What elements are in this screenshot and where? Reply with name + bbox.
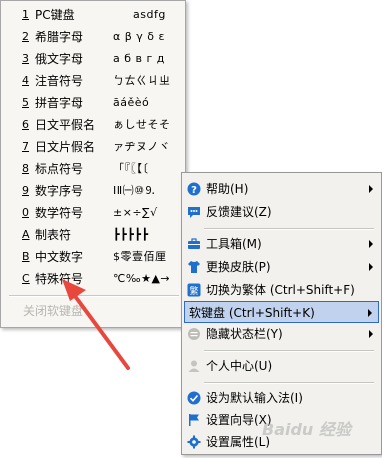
feedback-icon [188,207,200,218]
kb-item-math-symbols[interactable]: 0 数学符号 ±×÷∑√ [3,202,183,224]
kb-item-label: PC键盘 [35,8,75,22]
user-icon [188,360,200,372]
menu-item-label: 反馈建议(Z) [206,205,272,219]
kb-item-key: A [22,228,30,241]
kb-item-key: 9 [22,184,29,197]
kb-item-label: 特殊符号 [35,272,84,286]
kb-item-chars: āáěèó [113,96,150,109]
kb-item-chars: $零壹佰厘 [113,250,167,263]
kb-item-key: 1 [22,8,29,21]
kb-item-number-ordinals[interactable]: 9 数字序号 ⅠⅡ㈠⑩⒐ [3,180,183,202]
menu-separator [204,382,374,384]
traditional-icon: 繁 [187,283,201,297]
help-icon: ? [187,182,201,196]
kb-item-key: 3 [22,52,29,65]
ime-context-menu: ? 帮助(H) 反馈建议(Z) 工具箱(M) 更换皮肤(P) 繁 切换为繁体 (… [181,172,382,455]
menu-item-switch-traditional[interactable]: 繁 切换为繁体 (Ctrl+Shift+F) [184,279,379,301]
menu-item-toolbox[interactable]: 工具箱(M) [184,233,379,255]
kb-item-russian[interactable]: 3 俄文字母 а б в г д [3,48,183,70]
kb-item-pc-keyboard[interactable]: 1 PC键盘 asdfg [3,4,183,26]
kb-item-katakana[interactable]: 7 日文片假名 ァヂヌノヾ [3,136,183,158]
menu-item-label: 工具箱(M) [206,237,262,251]
kb-item-chars: ℃‰★▲→ [113,272,171,285]
soft-keyboard-submenu: 1 PC键盘 asdfg 2 希腊字母 α β γ δ ε 3 俄文字母 а б… [0,0,186,328]
kb-item-pinyin[interactable]: 5 拼音字母 āáěèó [3,92,183,114]
kb-item-label: 中文数字 [35,250,84,264]
kb-item-label: 日文片假名 [35,140,96,154]
skin-icon [188,261,200,273]
toolbox-icon [188,238,200,249]
menu-item-feedback[interactable]: 反馈建议(Z) [184,201,379,223]
menu-item-label: 切换为繁体 (Ctrl+Shift+F) [206,283,355,297]
menu-separator [9,295,179,297]
kb-item-chars: ㄅㄊㄍㄐㄓ [113,74,171,87]
kb-item-box-drawing[interactable]: A 制表符 ┣┣┣┣┣ [3,224,183,246]
kb-item-label: 标点符号 [35,162,84,176]
flag-icon [189,414,199,426]
menu-separator [204,228,374,230]
menu-item-label: 更换皮肤(P) [206,260,271,274]
kb-item-label: 数字序号 [35,184,84,198]
statusbar-icon [188,328,200,340]
submenu-arrow-icon [369,240,373,248]
menu-item-set-default-ime[interactable]: 设为默认输入法(I) [184,387,379,409]
menu-item-label: 设为默认输入法(I) [206,391,303,405]
kb-item-chars: α β γ δ ε [113,30,165,43]
kb-item-chars: 「『〖【〔 [113,162,149,175]
kb-item-key: 5 [22,96,29,109]
kb-item-label: 制表符 [35,228,72,242]
gear-icon [187,435,201,449]
kb-item-greek[interactable]: 2 希腊字母 α β γ δ ε [3,26,183,48]
kb-item-chars: ぁしせそそ [113,118,171,131]
kb-item-chars: а б в г д [113,52,165,65]
kb-item-chars: ±×÷∑√ [113,206,158,219]
menu-item-personal-center[interactable]: 个人中心(U) [184,355,379,377]
menu-item-label: 软键盘 (Ctrl+Shift+K) [189,306,315,320]
kb-item-key: 2 [22,30,29,43]
menu-item-label: 个人中心(U) [206,359,273,373]
menu-separator [204,350,374,352]
submenu-arrow-icon [369,185,373,193]
kb-item-hiragana[interactable]: 6 日文平假名 ぁしせそそ [3,114,183,136]
kb-item-chars: ┣┣┣┣┣ [113,228,149,241]
kb-item-key: 7 [22,140,29,153]
kb-item-chinese-numerals[interactable]: B 中文数字 $零壹佰厘 [3,246,183,268]
kb-item-key: 4 [22,74,29,87]
submenu-arrow-icon [369,330,373,338]
kb-item-zhuyin[interactable]: 4 注音符号 ㄅㄊㄍㄐㄓ [3,70,183,92]
kb-item-key: 6 [22,118,29,131]
close-soft-keyboard-item[interactable]: 关闭软键盘 [23,300,83,322]
kb-item-chars: asdfg [133,8,166,21]
watermark-logo: Baidu 经验 [262,420,351,439]
kb-item-punctuation[interactable]: 8 标点符号 「『〖【〔 [3,158,183,180]
kb-item-label: 注音符号 [35,74,84,88]
kb-item-key: C [22,272,30,285]
menu-item-label: 帮助(H) [206,182,249,196]
kb-item-label: 拼音字母 [35,96,84,110]
menu-item-label: 设置属性(L) [206,435,271,449]
kb-item-special-symbols[interactable]: C 特殊符号 ℃‰★▲→ [3,268,183,290]
kb-item-key: 8 [22,162,29,175]
submenu-arrow-icon [369,263,373,271]
menu-item-hide-statusbar[interactable]: 隐藏状态栏(Y) [184,323,379,345]
menu-item-help[interactable]: ? 帮助(H) [184,178,379,200]
kb-item-label: 数学符号 [35,206,84,220]
svg-text:繁: 繁 [189,285,198,297]
kb-item-key: B [22,250,30,263]
kb-item-key: 0 [22,206,29,219]
menu-item-change-skin[interactable]: 更换皮肤(P) [184,256,379,278]
submenu-arrow-icon [368,309,372,317]
menu-item-label: 隐藏状态栏(Y) [206,327,283,341]
svg-text:?: ? [191,185,197,196]
check-icon [187,391,201,405]
kb-item-label: 日文平假名 [35,118,96,132]
menu-item-soft-keyboard[interactable]: 软键盘 (Ctrl+Shift+K) [184,301,379,323]
kb-item-chars: ⅠⅡ㈠⑩⒐ [113,184,157,197]
kb-item-label: 希腊字母 [35,30,84,44]
kb-item-chars: ァヂヌノヾ [113,140,171,153]
kb-item-label: 俄文字母 [35,52,84,66]
